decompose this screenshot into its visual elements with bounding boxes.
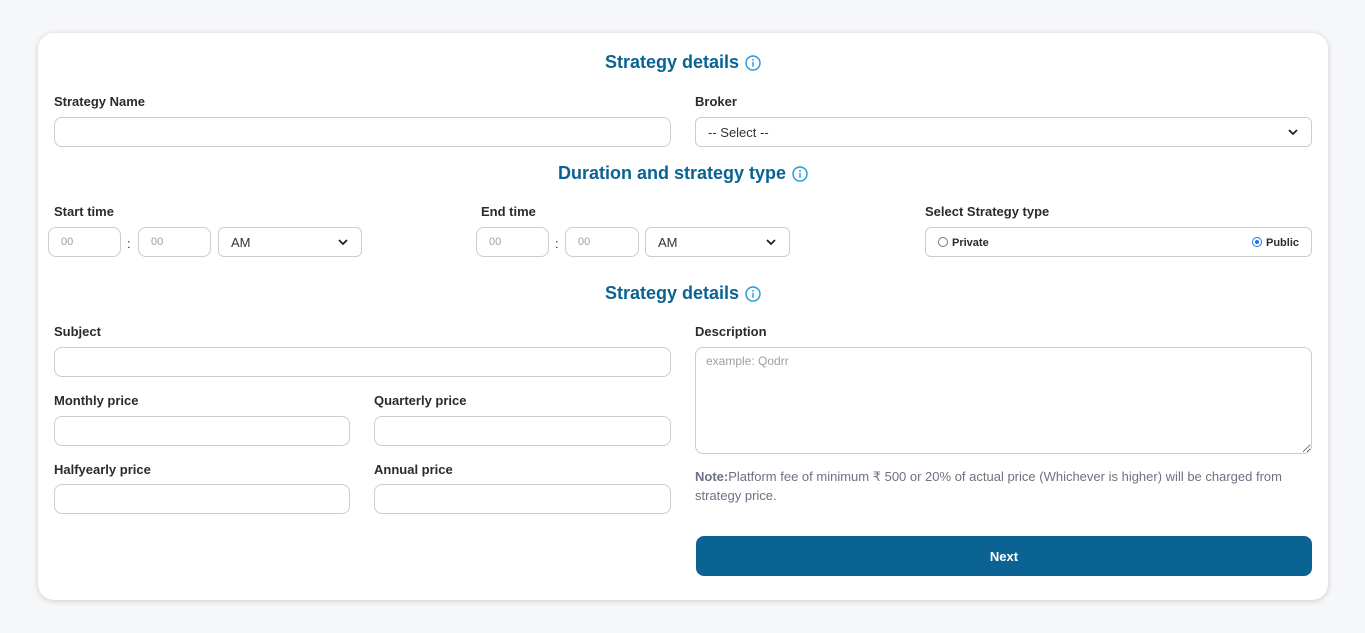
strategy-form-card: Strategy details Strategy Name Broker --… [38, 33, 1328, 600]
info-circle-icon[interactable] [745, 285, 761, 302]
quarterly-price-input[interactable] [374, 416, 671, 446]
end-minute-input[interactable] [565, 227, 639, 257]
radio-private-label: Private [952, 237, 989, 249]
next-button[interactable]: Next [696, 536, 1312, 576]
start-minute-input[interactable] [138, 227, 211, 257]
broker-select[interactable]: -- Select -- [695, 117, 1312, 147]
section-title-strategy-details-2: Strategy details [38, 283, 1328, 304]
halfyearly-price-input[interactable] [54, 484, 350, 514]
description-textarea[interactable] [695, 347, 1312, 454]
end-hour-input[interactable] [476, 227, 549, 257]
description-label: Description [695, 324, 767, 339]
end-period-value: AM [658, 234, 678, 250]
strategy-type-label: Select Strategy type [925, 204, 1050, 219]
info-circle-icon[interactable] [745, 54, 761, 71]
strategy-name-label: Strategy Name [54, 94, 146, 109]
chevron-down-icon [766, 239, 776, 246]
chevron-down-icon [338, 239, 348, 246]
radio-public-label: Public [1266, 237, 1300, 249]
subject-label: Subject [54, 324, 101, 339]
monthly-price-input[interactable] [54, 416, 350, 446]
time-separator: : [555, 236, 559, 251]
annual-price-input[interactable] [374, 484, 671, 514]
end-time-label: End time [481, 204, 536, 219]
start-period-value: AM [231, 234, 251, 250]
start-time-label: Start time [54, 204, 114, 219]
broker-label: Broker [695, 94, 737, 109]
platform-fee-note: Note:Platform fee of minimum ₹ 500 or 20… [695, 467, 1295, 505]
start-hour-input[interactable] [48, 227, 121, 257]
end-period-select[interactable]: AM [645, 227, 790, 257]
section-title-text: Strategy details [604, 52, 740, 72]
radio-public[interactable] [1252, 237, 1262, 247]
chevron-down-icon [1288, 129, 1298, 136]
section-title-duration: Duration and strategy type [38, 163, 1328, 184]
halfyearly-price-label: Halfyearly price [54, 462, 151, 477]
strategy-name-input[interactable] [54, 117, 671, 147]
start-period-select[interactable]: AM [218, 227, 362, 257]
time-separator: : [127, 236, 131, 251]
info-circle-icon[interactable] [792, 165, 808, 182]
strategy-type-radio-group: Private Public [925, 227, 1312, 257]
radio-private[interactable] [938, 237, 948, 247]
note-prefix: Note: [695, 469, 729, 484]
subject-input[interactable] [54, 347, 671, 377]
annual-price-label: Annual price [374, 462, 453, 477]
monthly-price-label: Monthly price [54, 393, 139, 408]
note-text: Platform fee of minimum ₹ 500 or 20% of … [695, 469, 1282, 503]
broker-selected-value: -- Select -- [708, 124, 769, 140]
section-title-text: Duration and strategy type [557, 163, 787, 183]
section-title-text: Strategy details [604, 283, 740, 303]
section-title-strategy-details: Strategy details [38, 52, 1328, 73]
quarterly-price-label: Quarterly price [374, 393, 467, 408]
